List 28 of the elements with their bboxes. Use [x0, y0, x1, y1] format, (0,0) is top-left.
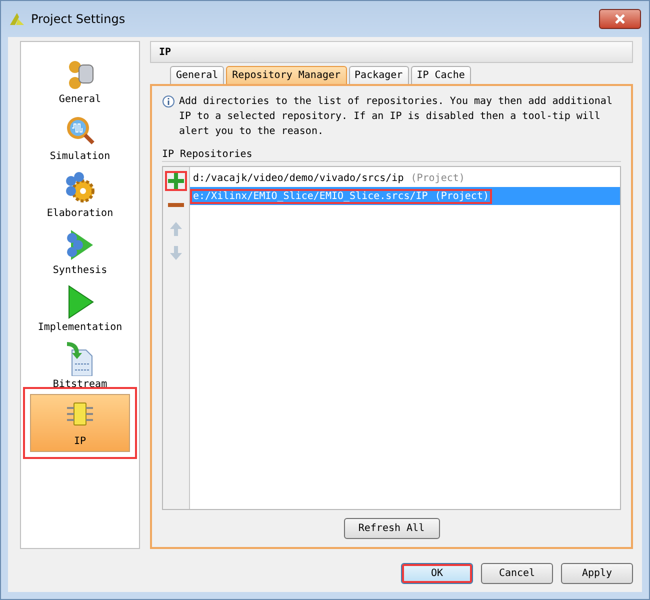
- close-button[interactable]: [599, 9, 641, 29]
- sidebar-item[interactable]: Elaboration: [30, 166, 130, 223]
- sidebar-item[interactable]: Synthesis: [30, 223, 130, 280]
- sidebar-item[interactable]: General: [30, 52, 130, 109]
- panel-title: IP: [150, 41, 633, 63]
- close-icon: [614, 14, 626, 24]
- sidebar-item[interactable]: Implementation: [30, 280, 130, 337]
- dialog-button[interactable]: OK: [401, 563, 473, 584]
- info-icon: [162, 95, 175, 108]
- section-label: IP Repositories: [162, 149, 252, 160]
- gear-icon: [63, 170, 97, 204]
- tab[interactable]: Repository Manager: [226, 66, 347, 84]
- repository-path: d:/vacajk/video/demo/vivado/srcs/ip (Project): [192, 172, 466, 186]
- sidebar-item[interactable]: Bitstream: [30, 337, 130, 394]
- sidebar-item[interactable]: Simulation: [30, 109, 130, 166]
- info-text: Add directories to the list of repositories. You may then add additional IP to a selected repository. If an IP is disabled then a tool-tip will alert you to the reason.: [179, 95, 614, 139]
- tab[interactable]: IP Cache: [410, 66, 471, 84]
- dialog-button[interactable]: Cancel: [481, 563, 553, 584]
- window-title: Project Settings: [31, 12, 126, 26]
- repository-row[interactable]: d:/vacajk/video/demo/vivado/srcs/ip (Project): [190, 169, 620, 187]
- tab[interactable]: General: [170, 66, 224, 84]
- dialog-button[interactable]: Apply: [561, 563, 633, 584]
- repository-path: e:/Xilinx/EMIO_Slice/EMIO_Slice.srcs/IP (Project): [190, 188, 492, 204]
- app-logo-icon: [9, 11, 25, 27]
- add-icon[interactable]: [165, 171, 187, 191]
- refresh-all-button[interactable]: Refresh All: [344, 518, 440, 539]
- tab[interactable]: Packager: [348, 66, 409, 84]
- sidebar-item[interactable]: IP: [30, 394, 130, 452]
